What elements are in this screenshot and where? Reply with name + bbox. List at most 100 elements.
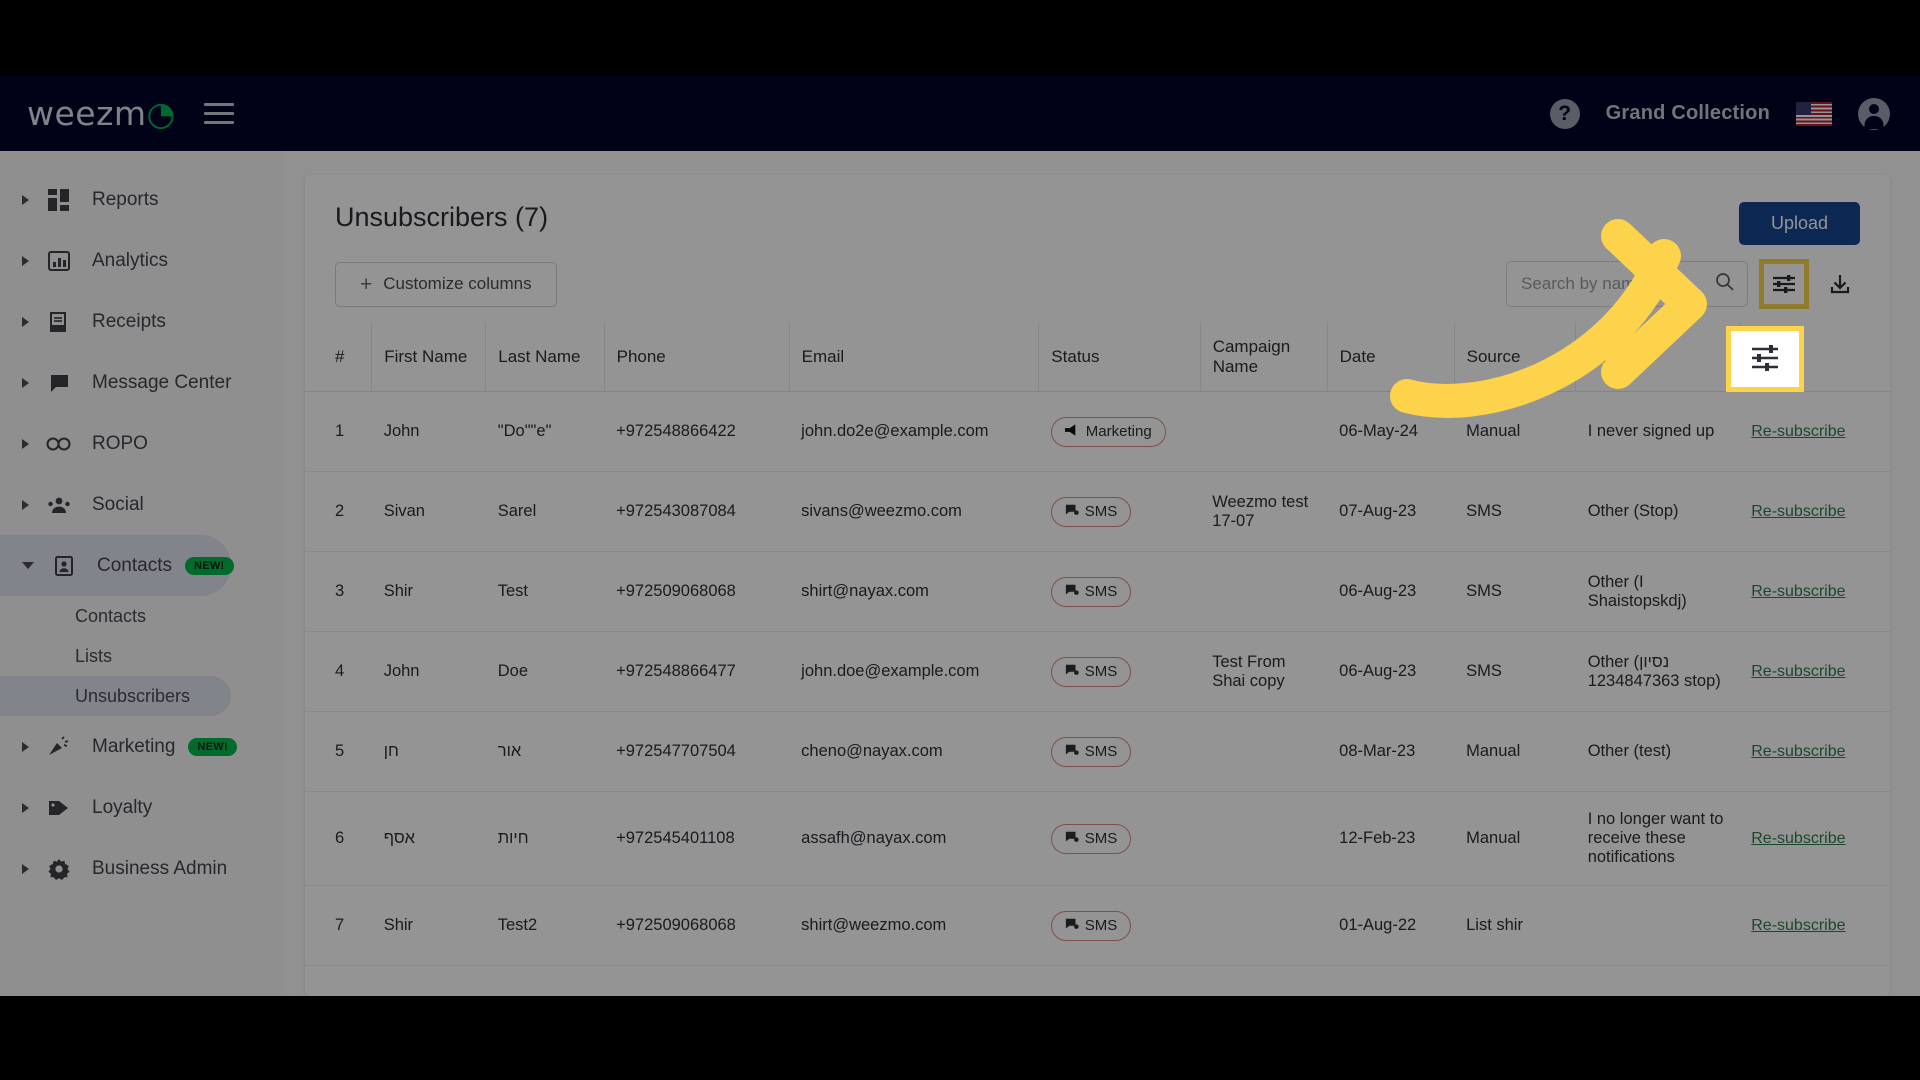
cell-reason: Other (test) <box>1575 711 1740 792</box>
status-badge: SMS <box>1050 910 1132 941</box>
search-box[interactable] <box>1506 261 1748 307</box>
download-icon[interactable] <box>1820 264 1860 304</box>
sidebar-item-business-admin[interactable]: Business Admin <box>0 838 283 899</box>
hamburger-icon[interactable] <box>203 97 234 130</box>
resubscribe-link[interactable]: Re-subscribe <box>1751 917 1845 934</box>
table-row[interactable]: 1 John "Do""e" +972548866422 john.do2e@examp… <box>305 391 1890 472</box>
us-flag-icon[interactable] <box>1796 101 1832 126</box>
cell-date: 07-Aug-23 <box>1327 471 1455 552</box>
sidebar-item-label: Loyalty <box>92 796 153 818</box>
cell-source: SMS <box>1454 551 1576 632</box>
sidebar-item-analytics[interactable]: Analytics <box>0 230 283 291</box>
column-header-date[interactable]: Date <box>1327 323 1455 392</box>
toolbar-actions <box>1506 259 1860 309</box>
sidebar-item-loyalty[interactable]: Loyalty <box>0 777 283 838</box>
sidebar-nav: Reports Analytics Receipts Message Cente… <box>0 151 283 996</box>
upload-button[interactable]: Upload <box>1738 202 1860 245</box>
resubscribe-link[interactable]: Re-subscribe <box>1751 503 1845 520</box>
status-label: SMS <box>1084 917 1118 934</box>
cell-action: Re-subscribe <box>1739 791 1890 886</box>
column-header-action <box>1739 323 1890 392</box>
brand-logo[interactable]: weezm◔ <box>27 94 176 133</box>
column-header-first[interactable]: First Name <box>371 323 487 392</box>
cell-email: john.do2e@example.com <box>789 391 1039 472</box>
chat-icon <box>44 370 74 396</box>
cell-reason: Other (נסיון 1234847363 stop) <box>1575 631 1740 712</box>
column-header-reason[interactable]: Reason <box>1575 323 1740 392</box>
cell-email: shirt@nayax.com <box>789 551 1039 632</box>
tag-heart-icon <box>44 795 74 821</box>
cell-phone: +972545401108 <box>604 791 790 886</box>
resubscribe-link[interactable]: Re-subscribe <box>1751 583 1845 600</box>
column-header-phone[interactable]: Phone <box>604 323 790 392</box>
sidebar-item-label: Receipts <box>92 310 166 332</box>
cell-phone: +972548866477 <box>604 631 790 712</box>
column-header-status[interactable]: Status <box>1038 323 1201 392</box>
sidebar-item-ropo[interactable]: ROPO <box>0 413 283 474</box>
customize-columns-label: Customize columns <box>383 274 532 293</box>
table-row[interactable]: 6 אסף חיות +972545401108 assafh@nayax.com SM… <box>305 791 1890 886</box>
customize-columns-button[interactable]: + Customize columns <box>335 261 557 307</box>
cell-campaign <box>1200 551 1328 632</box>
chevron-right-icon <box>22 438 29 449</box>
receipt-icon <box>44 309 74 335</box>
cell-action: Re-subscribe <box>1739 391 1890 472</box>
resubscribe-link[interactable]: Re-subscribe <box>1751 423 1845 440</box>
cell-date: 06-Aug-23 <box>1327 551 1455 632</box>
resubscribe-link[interactable]: Re-subscribe <box>1751 663 1845 680</box>
table-row[interactable]: 5 חן אור +972547707504 cheno@nayax.com SMS 0… <box>305 711 1890 792</box>
sms-icon <box>1065 583 1079 601</box>
sidebar-item-label: Marketing <box>92 735 176 757</box>
account-icon[interactable] <box>1858 97 1890 130</box>
cell-status: Marketing <box>1038 391 1201 472</box>
sidebar-item-reports[interactable]: Reports <box>0 169 283 230</box>
contact-card-icon <box>49 553 79 579</box>
status-badge: SMS <box>1050 656 1132 687</box>
chevron-right-icon <box>22 802 29 813</box>
logo-accent-icon: ◔ <box>146 94 176 133</box>
dashboard-icon <box>44 187 74 213</box>
cell-campaign <box>1200 885 1328 966</box>
search-input[interactable] <box>1521 274 1733 294</box>
cell-last: אור <box>485 711 605 792</box>
column-header-source[interactable]: Source <box>1454 323 1577 392</box>
sidebar-item-receipts[interactable]: Receipts <box>0 291 283 352</box>
cell-source: SMS <box>1454 471 1576 552</box>
table-row[interactable]: 2 Sivan Sarel +972543087084 sivans@weezmo.co… <box>305 471 1890 552</box>
status-label: SMS <box>1084 583 1118 600</box>
table-row[interactable]: 4 John Doe +972548866477 john.doe@example.co… <box>305 631 1890 712</box>
column-header-campaign[interactable]: Campaign Name <box>1200 323 1328 392</box>
column-header-num[interactable]: # <box>305 323 373 392</box>
sidebar-item-message-center[interactable]: Message Center <box>0 352 283 413</box>
cell-phone: +972509068068 <box>604 551 790 632</box>
sidebar-item-contacts[interactable]: Contacts NEW! <box>0 535 234 596</box>
company-name[interactable]: Grand Collection <box>1606 102 1770 125</box>
column-header-email[interactable]: Email <box>789 323 1040 392</box>
sidebar-item-social[interactable]: Social <box>0 474 283 535</box>
cell-action: Re-subscribe <box>1739 631 1890 712</box>
resubscribe-link[interactable]: Re-subscribe <box>1751 743 1845 760</box>
sms-icon <box>1065 743 1079 761</box>
column-header-last[interactable]: Last Name <box>485 323 605 392</box>
card-header: Unsubscribers (7) Upload <box>305 175 1890 245</box>
status-badge: SMS <box>1050 576 1132 607</box>
cell-campaign: Test From Shai copy <box>1200 631 1328 712</box>
table-toolbar: + Customize columns <box>305 245 1890 309</box>
sidebar-subitem-lists[interactable]: Lists <box>0 636 283 676</box>
filter-sliders-icon[interactable] <box>1759 259 1809 309</box>
cell-reason: I no longer want to receive these notifi… <box>1575 791 1740 886</box>
cell-phone: +972543087084 <box>604 471 790 552</box>
resubscribe-link[interactable]: Re-subscribe <box>1751 830 1845 847</box>
table-row[interactable]: 3 Shir Test +972509068068 shirt@nayax.com SM… <box>305 551 1890 632</box>
table-row[interactable]: 7 Shir Test2 +972509068068 shirt@weezmo.com … <box>305 885 1890 966</box>
cell-email: shirt@weezmo.com <box>789 885 1039 966</box>
cell-campaign <box>1200 391 1328 472</box>
sidebar-subitem-unsubscribers[interactable]: Unsubscribers <box>0 676 231 716</box>
sidebar-item-label: ROPO <box>92 432 148 454</box>
cell-reason: Other (Stop) <box>1575 471 1740 552</box>
help-icon[interactable]: ? <box>1549 98 1580 129</box>
main-content: Unsubscribers (7) Upload + Customize col… <box>283 151 1920 996</box>
sidebar-item-marketing[interactable]: Marketing NEW! <box>0 716 283 777</box>
sidebar-subitem-contacts[interactable]: Contacts <box>0 596 283 636</box>
search-icon[interactable] <box>1715 272 1734 296</box>
